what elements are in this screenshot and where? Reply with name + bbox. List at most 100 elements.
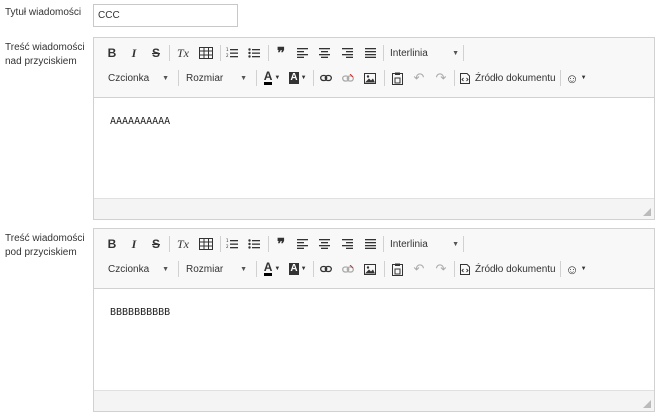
blockquote-button[interactable]: ❞ (273, 42, 289, 64)
chevron-down-icon: ▼ (162, 265, 169, 273)
text-color-button[interactable]: A ▼ (261, 258, 283, 280)
toolbar-separator (454, 261, 455, 277)
align-center-button[interactable] (316, 42, 332, 64)
unlink-button[interactable] (339, 258, 357, 280)
background-color-icon: A (289, 72, 299, 84)
align-center-icon (318, 239, 330, 249)
chevron-down-icon: ▼ (300, 75, 307, 81)
editor-content-area[interactable]: BBBBBBBBBB (94, 289, 654, 391)
svg-text:1: 1 (226, 47, 229, 52)
font-dropdown[interactable]: Czcionka ▼ (108, 258, 172, 280)
numbered-list-button[interactable]: 12 (224, 233, 240, 255)
justify-icon (364, 239, 376, 249)
size-label: Rozmiar (186, 263, 224, 275)
blockquote-button[interactable]: ❞ (273, 233, 289, 255)
source-button[interactable]: Źródło dokumentu (460, 67, 558, 89)
chevron-down-icon: ▼ (240, 265, 247, 273)
title-input[interactable] (93, 4, 238, 27)
numbered-list-icon: 12 (226, 238, 238, 249)
toolbar-row-2: Czcionka ▼ Rozmiar ▼ A ▼ A ▼ ↶ ↷ Źródło … (94, 67, 654, 89)
paste-button[interactable] (388, 67, 406, 89)
source-icon (460, 263, 470, 275)
link-icon (320, 74, 332, 82)
undo-button[interactable]: ↶ (410, 67, 428, 89)
image-button[interactable] (361, 67, 379, 89)
source-icon (460, 72, 470, 84)
align-right-button[interactable] (339, 233, 355, 255)
undo-button[interactable]: ↶ (410, 258, 428, 280)
text-color-button[interactable]: A ▼ (261, 67, 283, 89)
paste-button[interactable] (388, 258, 406, 280)
background-color-icon: A (289, 263, 299, 275)
editor-top-label-line2: nad przyciskiem (5, 56, 77, 67)
bullet-list-button[interactable] (246, 42, 262, 64)
link-button[interactable] (317, 67, 335, 89)
redo-button[interactable]: ↷ (432, 67, 450, 89)
clear-format-button[interactable]: Tx (174, 42, 192, 64)
editor-statusbar (94, 198, 654, 219)
image-button[interactable] (361, 258, 379, 280)
clear-format-button[interactable]: Tx (174, 233, 192, 255)
emoji-button[interactable]: ☺ ▼ (564, 258, 588, 280)
editor-content-area[interactable]: AAAAAAAAAA (94, 98, 654, 199)
toolbar-row-1: B I S Tx 12 ❞ Interlinia ▼ (94, 233, 654, 255)
emoji-button[interactable]: ☺ ▼ (564, 67, 588, 89)
strikethrough-button[interactable]: S (148, 233, 164, 255)
unlink-button[interactable] (339, 67, 357, 89)
editor-top-label-line1: Treść wiadomości (5, 42, 85, 53)
align-center-button[interactable] (316, 233, 332, 255)
align-left-button[interactable] (294, 42, 310, 64)
editor-content-text: BBBBBBBBBB (110, 307, 171, 318)
toolbar-separator (178, 261, 179, 277)
link-button[interactable] (317, 258, 335, 280)
font-dropdown[interactable]: Czcionka ▼ (108, 67, 172, 89)
line-height-dropdown[interactable]: Interlinia ▼ (390, 42, 462, 64)
redo-button[interactable]: ↷ (432, 258, 450, 280)
toolbar-separator (256, 70, 257, 86)
editor-bottom-label: Treść wiadomości pod przyciskiem (5, 232, 85, 260)
background-color-button[interactable]: A ▼ (287, 258, 309, 280)
line-height-dropdown[interactable]: Interlinia ▼ (390, 233, 462, 255)
chevron-down-icon: ▼ (274, 266, 281, 272)
image-icon (364, 72, 376, 84)
size-dropdown[interactable]: Rozmiar ▼ (186, 67, 250, 89)
source-label: Źródło dokumentu (475, 72, 556, 84)
size-label: Rozmiar (186, 72, 224, 84)
toolbar-separator (169, 236, 170, 252)
italic-button[interactable]: I (126, 42, 142, 64)
bold-button[interactable]: B (104, 233, 120, 255)
toolbar-separator (220, 236, 221, 252)
toolbar-separator (463, 45, 464, 61)
clipboard-icon (391, 263, 403, 276)
toolbar-separator (383, 236, 384, 252)
size-dropdown[interactable]: Rozmiar ▼ (186, 258, 250, 280)
unlink-icon (342, 264, 354, 273)
align-left-icon (296, 239, 308, 249)
resize-handle-icon[interactable] (643, 208, 651, 216)
bullet-list-button[interactable] (246, 233, 262, 255)
background-color-button[interactable]: A ▼ (287, 67, 309, 89)
line-height-label: Interlinia (390, 238, 428, 250)
align-left-button[interactable] (294, 233, 310, 255)
chevron-down-icon: ▼ (162, 74, 169, 82)
toolbar-separator (256, 261, 257, 277)
strikethrough-button[interactable]: S (148, 42, 164, 64)
chevron-down-icon: ▼ (274, 75, 281, 81)
justify-button[interactable] (362, 233, 378, 255)
italic-button[interactable]: I (126, 233, 142, 255)
justify-button[interactable] (362, 42, 378, 64)
resize-handle-icon[interactable] (643, 400, 651, 408)
unlink-icon (342, 73, 354, 82)
chevron-down-icon: ▼ (580, 75, 587, 81)
editor-content-text: AAAAAAAAAA (110, 116, 171, 127)
clipboard-icon (391, 72, 403, 85)
numbered-list-button[interactable]: 12 (224, 42, 240, 64)
toolbar-separator (220, 45, 221, 61)
source-button[interactable]: Źródło dokumentu (460, 258, 558, 280)
bold-button[interactable]: B (104, 42, 120, 64)
table-button[interactable] (197, 233, 215, 255)
text-color-icon: A (263, 260, 273, 276)
link-icon (320, 265, 332, 273)
align-right-button[interactable] (339, 42, 355, 64)
table-button[interactable] (197, 42, 215, 64)
